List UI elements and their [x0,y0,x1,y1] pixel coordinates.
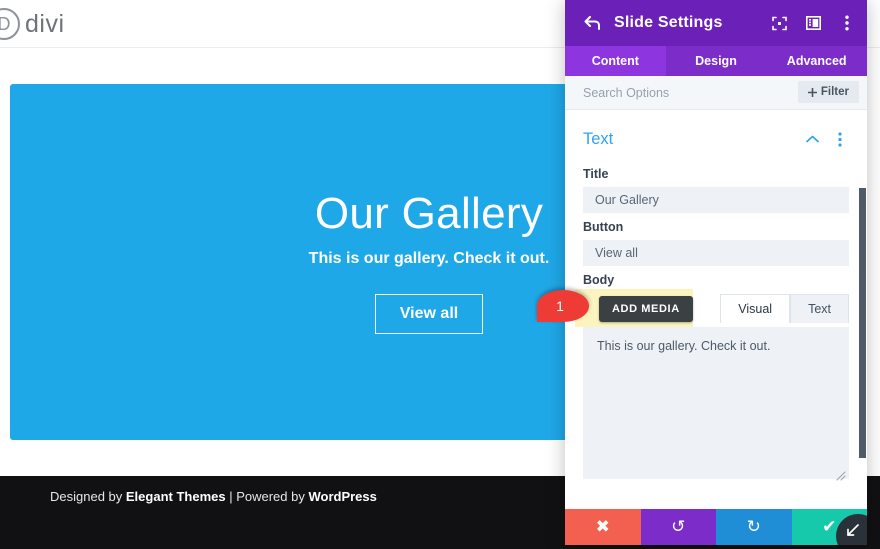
panel-scrollbar-thumb[interactable] [859,188,866,458]
redo-button[interactable]: ↻ [716,509,792,545]
step-marker-1: 1 [537,290,589,322]
slide-subtitle: This is our gallery. Check it out. [309,250,550,268]
plus-icon [808,88,817,97]
editor-mode-tabs: Visual Text [720,294,849,323]
screen: D divi Our Gallery This is our gallery. … [0,0,880,549]
modal-body: Text Title [565,110,867,509]
modal-footer: ✖ ↺ ↻ ✔ [565,509,867,545]
filter-button[interactable]: Filter [798,81,859,103]
footer-separator: | [226,489,237,504]
settings-scroll-area: Text Title [565,110,867,509]
undo-button[interactable]: ↺ [641,509,717,545]
tab-visual[interactable]: Visual [720,294,790,323]
tab-text[interactable]: Text [790,294,849,323]
button-text-input[interactable] [583,240,849,266]
title-field-label: Title [583,167,849,181]
slide-settings-modal: Slide Settings [565,0,867,545]
section-header-text: Text [583,118,849,160]
tab-content[interactable]: Content [565,46,666,76]
divi-logo-text: divi [25,10,65,39]
modal-header: Slide Settings [565,0,867,46]
cancel-button[interactable]: ✖ [565,509,641,545]
tab-advanced[interactable]: Advanced [766,46,867,76]
title-input[interactable] [583,187,849,213]
slide-title: Our Gallery [315,190,543,238]
more-options-icon[interactable] [835,11,859,35]
modal-header-actions [767,0,859,46]
section-title[interactable]: Text [583,130,803,149]
search-options-bar: Filter [565,76,867,110]
section-more-options-icon[interactable] [831,130,849,148]
divi-logo-mark: D [0,8,20,40]
tab-design[interactable]: Design [666,46,767,76]
filter-button-label: Filter [821,86,849,98]
slide-view-all-button[interactable]: View all [375,294,483,334]
chevron-up-icon[interactable] [803,130,821,148]
panel-layout-icon[interactable] [801,11,825,35]
footer-designer-name[interactable]: Elegant Themes [126,489,226,504]
body-field-label: Body [583,273,849,287]
modal-tabs: Content Design Advanced [565,46,867,76]
footer-designed-prefix: Designed by [50,489,126,504]
footer-powered-prefix: Powered by [236,489,308,504]
footer-credit: Designed by Elegant Themes | Powered by … [50,489,377,504]
button-field-label: Button [583,220,849,234]
search-input[interactable] [583,86,773,100]
footer-platform-name[interactable]: WordPress [308,489,376,504]
modal-title: Slide Settings [614,14,723,32]
focus-target-icon[interactable] [767,11,791,35]
body-editor-wrapper [583,327,849,484]
editor-toolbar: ADD MEDIA Visual Text [583,293,849,327]
body-textarea[interactable] [583,327,849,479]
marker-number: 1 [537,290,583,322]
divi-logo[interactable]: D divi [0,8,65,40]
add-media-button[interactable]: ADD MEDIA [599,296,693,322]
back-arrow-icon[interactable] [583,14,601,32]
